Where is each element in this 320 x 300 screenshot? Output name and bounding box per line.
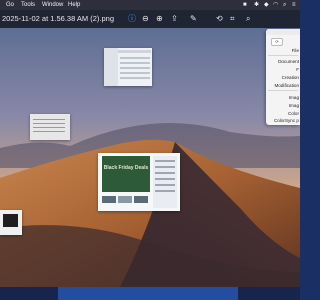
menu-window[interactable]: Window bbox=[42, 0, 63, 10]
info-icon[interactable]: ⓘ bbox=[128, 10, 136, 28]
promo-banner: Black Friday Deals bbox=[102, 156, 150, 192]
label-document: Document bbox=[278, 59, 299, 64]
image-canvas: Black Friday Deals bbox=[0, 28, 300, 287]
divider bbox=[268, 90, 298, 91]
thumbnail-image bbox=[3, 214, 18, 227]
text-line bbox=[155, 178, 175, 180]
label-file: File bbox=[291, 48, 299, 53]
zoom-in-icon[interactable]: ⊕ bbox=[156, 10, 163, 28]
label-image-2: Imag bbox=[288, 103, 299, 108]
thumbnail-row bbox=[120, 57, 150, 59]
inspector-titlebar bbox=[266, 29, 300, 35]
screenshot-thumbnail[interactable] bbox=[0, 210, 22, 235]
label-modification: Modification bbox=[274, 83, 299, 88]
menu-tools[interactable]: Tools bbox=[21, 0, 35, 10]
product-image bbox=[134, 196, 148, 203]
label-image-1: Imag bbox=[288, 95, 299, 100]
wifi-icon[interactable]: ◠ bbox=[273, 0, 278, 10]
text-line bbox=[155, 172, 175, 174]
text-line bbox=[155, 190, 175, 192]
stop-icon[interactable]: ■ bbox=[243, 0, 247, 10]
rotate-icon[interactable]: ⟲ bbox=[216, 10, 223, 28]
thumbnail-row bbox=[120, 72, 150, 74]
markup-icon[interactable]: ✎ bbox=[190, 10, 197, 28]
dock-highlight bbox=[58, 287, 238, 300]
thumbnail-row bbox=[120, 67, 150, 69]
inspector-tab-button[interactable]: ⟳ bbox=[271, 38, 283, 46]
text-line bbox=[33, 131, 65, 132]
product-image bbox=[118, 196, 132, 203]
text-line bbox=[33, 127, 65, 128]
dock-area bbox=[0, 287, 300, 300]
thumbnail-row bbox=[120, 62, 150, 64]
thumbnail-toolbar bbox=[118, 50, 151, 53]
toolbar: 2025-11-02 at 1.56.38 AM (2).png ⓘ ⊖ ⊕ ⇪… bbox=[0, 10, 300, 28]
share-icon[interactable]: ⇪ bbox=[171, 10, 178, 28]
search-icon[interactable]: ⌕ bbox=[283, 0, 286, 10]
shield-icon[interactable]: ◆ bbox=[264, 0, 269, 10]
divider bbox=[268, 55, 298, 56]
screenshot-thumbnail[interactable] bbox=[30, 114, 70, 140]
label-color: Color bbox=[288, 111, 299, 116]
screenshot-thumbnail[interactable] bbox=[104, 48, 152, 86]
menu-help[interactable]: Help bbox=[68, 0, 80, 10]
label-creation: Creation bbox=[281, 75, 299, 80]
text-line bbox=[33, 119, 65, 120]
search-icon[interactable]: ⌕ bbox=[246, 10, 250, 28]
menu-go[interactable]: Go bbox=[6, 0, 14, 10]
text-line bbox=[155, 160, 175, 162]
bluetooth-icon[interactable]: ✱ bbox=[254, 0, 259, 10]
product-image bbox=[102, 196, 116, 203]
zoom-out-icon[interactable]: ⊖ bbox=[142, 10, 149, 28]
text-line bbox=[155, 184, 175, 186]
thumbnail-sidebar bbox=[104, 48, 118, 86]
inspector-panel: ⟳ File Document F Creation Modification … bbox=[266, 29, 300, 125]
crop-icon[interactable]: ⌗ bbox=[230, 10, 235, 28]
window-title: 2025-11-02 at 1.56.38 AM (2).png bbox=[2, 14, 115, 23]
control-center-icon[interactable]: ≡ bbox=[292, 0, 296, 10]
preview-window: 2025-11-02 at 1.56.38 AM (2).png ⓘ ⊖ ⊕ ⇪… bbox=[0, 10, 300, 287]
screenshot-thumbnail[interactable]: Black Friday Deals bbox=[98, 153, 180, 211]
text-line bbox=[155, 166, 175, 168]
thumbnail-row bbox=[120, 77, 150, 79]
label-f: F bbox=[296, 67, 299, 72]
label-colorsync: ColorSync p bbox=[273, 118, 299, 123]
text-line bbox=[33, 123, 65, 124]
menu-bar: Go Tools Window Help ■ ✱ ◆ ◠ ⌕ ≡ bbox=[0, 0, 300, 10]
thumbnail-sidebar bbox=[153, 156, 177, 208]
